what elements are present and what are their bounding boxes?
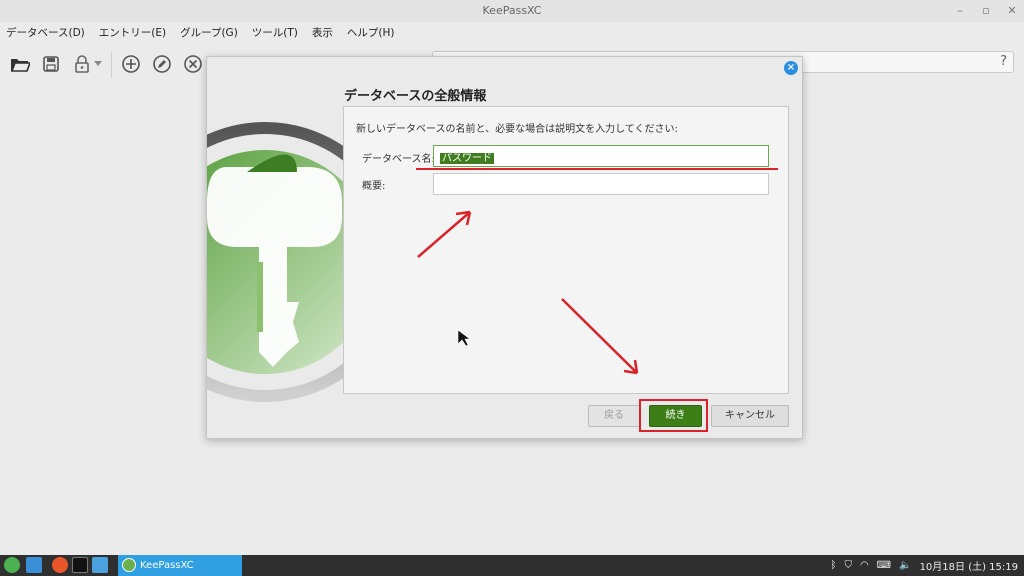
new-database-dialog: × データベースの全般情報 新しいデータベースの名前と、必要な場合は説明文を入力… — [206, 56, 803, 439]
open-database-icon[interactable] — [9, 53, 31, 75]
database-name-value: パスワード — [440, 153, 494, 164]
cancel-button[interactable]: キャンセル — [711, 405, 789, 427]
keyboard-icon[interactable]: ⌨ — [877, 560, 891, 571]
description-input[interactable] — [433, 173, 769, 195]
search-help-icon[interactable]: ? — [1000, 54, 1007, 69]
wifi-icon[interactable]: ◠ — [860, 560, 869, 571]
dialog-description: 新しいデータベースの名前と、必要な場合は説明文を入力してください: — [356, 124, 678, 135]
system-tray: ᛒ ⛉ ◠ ⌨ 🔈 10月18日 (土) 15:19 — [830, 555, 1018, 576]
shield-icon[interactable]: ⛉ — [844, 560, 852, 571]
maximize-icon[interactable]: ▫ — [980, 0, 992, 22]
database-name-input[interactable]: パスワード — [433, 145, 769, 167]
volume-icon[interactable]: 🔈 — [899, 560, 911, 571]
menu-database[interactable]: データベース(D) — [6, 25, 85, 40]
window-title: KeePassXC — [482, 4, 542, 17]
general-info-panel: 新しいデータベースの名前と、必要な場合は説明文を入力してください: データベース… — [343, 106, 789, 394]
menu-tools[interactable]: ツール(T) — [252, 25, 298, 40]
back-button[interactable]: 戻る — [588, 405, 640, 427]
clock[interactable]: 10月18日 (土) 15:19 — [920, 558, 1018, 573]
menu-help[interactable]: ヘルプ(H) — [347, 25, 395, 40]
firefox-icon[interactable] — [52, 557, 68, 573]
close-icon[interactable]: ✕ — [1006, 0, 1018, 22]
taskbar-keepassxc[interactable]: KeePassXC — [118, 555, 242, 576]
dialog-close-icon[interactable]: × — [784, 61, 798, 75]
minimize-icon[interactable]: – — [954, 0, 966, 22]
dialog-title: データベースの全般情報 — [344, 89, 487, 104]
bluetooth-icon[interactable]: ᛒ — [830, 560, 836, 571]
files-icon[interactable] — [92, 557, 108, 573]
keepassxc-task-icon — [122, 558, 136, 572]
database-name-label: データベース名: — [362, 154, 435, 165]
description-label: 概要: — [362, 181, 386, 192]
lock-database-icon[interactable] — [71, 53, 93, 75]
show-desktop-icon[interactable] — [26, 557, 42, 573]
edit-entry-icon[interactable] — [151, 53, 173, 75]
menu-entry[interactable]: エントリー(E) — [99, 25, 166, 40]
window-titlebar: KeePassXC – ▫ ✕ — [0, 0, 1024, 22]
menu-bar: データベース(D) エントリー(E) グループ(G) ツール(T) 表示 ヘルプ… — [0, 22, 1024, 42]
toolbar-separator — [111, 52, 112, 78]
highlight-box-annotation — [639, 399, 708, 432]
window-controls: – ▫ ✕ — [954, 0, 1018, 22]
taskbar-keepassxc-label: KeePassXC — [140, 560, 194, 571]
lock-dropdown-icon[interactable] — [92, 53, 104, 75]
terminal-icon[interactable] — [72, 557, 88, 573]
menu-view[interactable]: 表示 — [312, 25, 333, 40]
menu-group[interactable]: グループ(G) — [180, 25, 238, 40]
taskbar: KeePassXC ᛒ ⛉ ◠ ⌨ 🔈 10月18日 (土) 15:19 — [0, 555, 1024, 576]
add-entry-icon[interactable] — [120, 53, 142, 75]
delete-entry-icon[interactable] — [182, 53, 204, 75]
save-database-icon[interactable] — [40, 53, 62, 75]
start-menu-icon[interactable] — [4, 557, 20, 573]
